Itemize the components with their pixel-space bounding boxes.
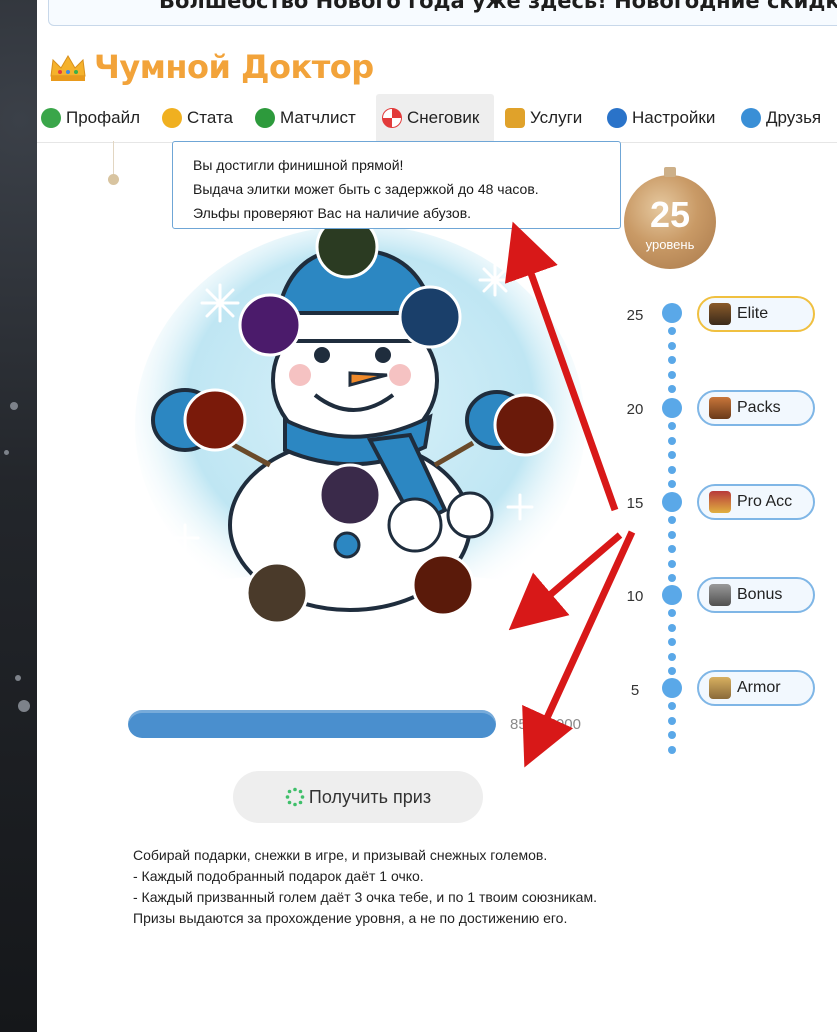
- reward-pro-acc[interactable]: Pro Acc: [697, 484, 815, 520]
- description-line: Призы выдаются за прохождение уровня, а …: [133, 910, 568, 926]
- reward-armor[interactable]: Armor: [697, 670, 815, 706]
- level-ornament: 25 уровень: [624, 167, 716, 269]
- friends-icon: [741, 108, 761, 128]
- reward-bonus[interactable]: Bonus: [697, 577, 815, 613]
- background-strip: [0, 0, 37, 1032]
- tooltip-line: Эльфы проверяют Вас на наличие абузов.: [193, 205, 472, 221]
- reward-elite[interactable]: Elite: [697, 296, 815, 332]
- profile-name: Чумной Доктор: [94, 48, 374, 86]
- tab-friends[interactable]: Друзья: [741, 94, 821, 142]
- tab-label: Настройки: [632, 108, 716, 127]
- tab-label: Профайл: [66, 108, 140, 127]
- tab-label: Услуги: [530, 108, 583, 127]
- timeline-dot: [668, 609, 676, 617]
- get-prize-label: Получить приз: [308, 786, 432, 807]
- timeline-dot: [668, 480, 676, 488]
- timeline-dot: [668, 731, 676, 739]
- level-number: 25: [649, 194, 691, 235]
- timeline-dot: [668, 559, 676, 568]
- finish-tooltip: Вы достигли финишной прямой! Выдача элит…: [172, 141, 621, 229]
- reward-label: Packs: [737, 399, 781, 416]
- timeline-node: [662, 492, 682, 512]
- tab-label: Снеговик: [407, 108, 480, 127]
- reward-packs[interactable]: Packs: [697, 390, 815, 426]
- tooltip-line: Вы достигли финишной прямой!: [193, 157, 404, 173]
- profile-tabs: Профайл Стата Матчлист Снеговик Услуги Н…: [37, 94, 837, 143]
- timeline-dot: [668, 652, 676, 661]
- reward-label: Armor: [737, 679, 781, 696]
- timeline-dot: [668, 545, 676, 553]
- timeline-node: [662, 398, 682, 418]
- services-icon: [505, 108, 525, 128]
- tab-label: Друзья: [766, 108, 822, 127]
- crown-icon: [50, 55, 86, 81]
- settings-icon: [607, 108, 627, 128]
- tab-matchlist[interactable]: Матчлист: [255, 94, 356, 142]
- promo-banner-text: Волшебство Нового года уже здесь! Нового…: [159, 0, 837, 13]
- tab-profile[interactable]: Профайл: [41, 94, 140, 142]
- timeline-dot: [668, 667, 676, 675]
- elite-icon: [709, 303, 731, 325]
- timeline-dot: [668, 451, 676, 459]
- tab-snowman[interactable]: Снеговик: [376, 94, 494, 142]
- pro-acc-icon: [709, 491, 731, 513]
- snowman-candy-icon: [382, 108, 402, 128]
- timeline-dot: [668, 327, 676, 335]
- get-prize-button[interactable]: Получить приз: [233, 771, 483, 823]
- ornament-string: [113, 141, 114, 177]
- timeline-dot: [668, 356, 676, 364]
- reward-label: Bonus: [737, 586, 783, 603]
- reward-label: Pro Acc: [737, 493, 793, 510]
- matchlist-icon: [255, 108, 275, 128]
- timeline-dot: [668, 516, 676, 524]
- timeline-dot: [668, 465, 676, 474]
- timeline-dot: [668, 623, 676, 632]
- packs-icon: [709, 397, 731, 419]
- timeline-dot: [668, 745, 676, 754]
- timeline-dot: [668, 370, 676, 379]
- snowman-description: Собирай подарки, снежки в игре, и призыв…: [133, 845, 603, 929]
- description-line: - Каждый призванный голем даёт 3 очка те…: [133, 889, 597, 905]
- timeline-dot: [668, 574, 676, 582]
- timeline-dot: [668, 385, 676, 393]
- tab-label: Стата: [187, 108, 234, 127]
- progress-text: 850/75000: [510, 716, 581, 733]
- profile-icon: [41, 108, 61, 128]
- stats-icon: [162, 108, 182, 128]
- reward-label: Elite: [737, 305, 769, 322]
- timeline-dot: [668, 422, 676, 430]
- promo-banner[interactable]: Волшебство Нового года уже здесь! Нового…: [48, 0, 837, 26]
- timeline-dot: [668, 436, 676, 445]
- snowman-illustration: [135, 225, 585, 628]
- tab-label: Матчлист: [280, 108, 356, 127]
- description-line: - Каждый подобранный подарок даёт 1 очко…: [133, 868, 424, 884]
- timeline-node: [662, 303, 682, 323]
- tab-services[interactable]: Услуги: [505, 94, 582, 142]
- level-marker: 10: [626, 588, 644, 605]
- bonus-icon: [709, 584, 731, 606]
- timeline-node: [662, 585, 682, 605]
- level-marker: 15: [626, 495, 644, 512]
- level-label: уровень: [645, 237, 695, 252]
- description-line: Собирай подарки, снежки в игре, и призыв…: [133, 847, 548, 863]
- progress-bar: [128, 710, 496, 738]
- tab-stats[interactable]: Стата: [162, 94, 233, 142]
- page-title: Чумной Доктор: [48, 48, 374, 86]
- timeline-dot: [668, 341, 676, 350]
- timeline-dot: [668, 702, 676, 710]
- armor-icon: [709, 677, 731, 699]
- spinner-icon: [285, 787, 305, 807]
- timeline-dot: [668, 716, 676, 725]
- timeline-node: [662, 678, 682, 698]
- timeline-dot: [668, 530, 676, 539]
- level-marker: 20: [626, 401, 644, 418]
- timeline-dot: [668, 638, 676, 646]
- level-marker: 5: [630, 682, 640, 699]
- level-marker: 25: [626, 307, 644, 324]
- tooltip-line: Выдача элитки может быть с задержкой до …: [193, 181, 539, 197]
- ornament-cap: [664, 167, 676, 177]
- tab-settings[interactable]: Настройки: [607, 94, 715, 142]
- ornament-ball: [108, 174, 119, 185]
